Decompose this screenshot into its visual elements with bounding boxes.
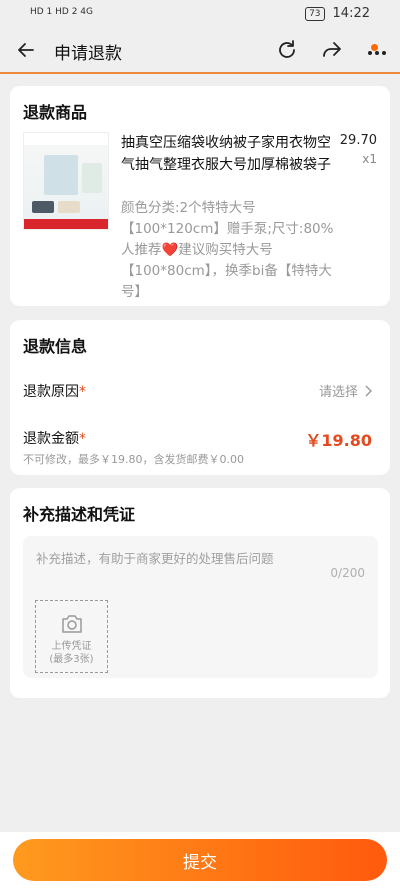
refund-reason-select[interactable]: 请选择 [319,381,372,400]
refund-amount-label-text: 退款金额 [23,431,79,447]
status-right: 73 14:22 [305,6,370,21]
camera-icon [62,615,82,633]
section-title-description: 补充描述和凭证 [23,505,136,524]
submit-button[interactable]: 提交 [13,839,387,881]
clock: 14:22 [332,6,370,21]
char-counter: 0/200 [330,566,365,580]
refund-reason-label-text: 退款原因 [23,384,79,400]
app-header: 申请退款 [0,28,400,74]
refund-product-card: 退款商品 抽真空压缩袋收纳被子家用衣物空气抽气整理衣服大号加厚棉被袋子 颜色分类… [10,86,390,306]
required-mark: * [79,384,86,400]
product-thumbnail [23,132,109,230]
product-name[interactable]: 抽真空压缩袋收纳被子家用衣物空气抽气整理衣服大号加厚棉被袋子 [121,132,336,176]
notification-dot [371,44,378,51]
back-button[interactable] [14,38,38,62]
description-card: 补充描述和凭证 补充描述，有助于商家更好的处理售后问题 0/200 上传凭证 (… [10,488,390,698]
required-mark: * [79,431,86,447]
signal-indicators: HD 1 HD 2 4G [30,7,93,17]
status-bar: HD 1 HD 2 4G 73 14:22 [0,0,400,28]
upload-hint: (最多3张) [49,654,94,665]
bottom-bar: 提交 [0,832,400,888]
product-price: 29.70 [339,133,377,148]
section-title-refund-info: 退款信息 [23,337,88,356]
description-input[interactable]: 补充描述，有助于商家更好的处理售后问题 0/200 上传凭证 (最多3张) [23,536,378,678]
product-quantity: x1 [362,152,377,166]
refresh-button[interactable] [275,38,299,62]
upload-evidence-button[interactable]: 上传凭证 (最多3张) [35,600,108,673]
refund-reason-label: 退款原因* [23,381,86,401]
upload-label: 上传凭证 (最多3张) [36,640,107,666]
refund-amount-value: ￥19.80 [305,431,372,450]
refund-amount-note: 不可修改，最多￥19.80，含发货邮费￥0.00 [23,453,244,466]
more-button[interactable] [365,38,389,62]
chevron-right-icon [365,385,372,396]
page-title: 申请退款 [54,44,122,64]
refund-reason-value: 请选择 [318,385,358,400]
back-arrow-icon [18,43,34,57]
share-icon [323,42,341,57]
upload-label-text: 上传凭证 [51,641,92,652]
section-title-product: 退款商品 [23,103,88,122]
more-icon [368,51,386,55]
battery-indicator: 73 [305,6,325,21]
refund-info-card: 退款信息 退款原因* 请选择 退款金额* ￥19.80 不可修改，最多￥19.8… [10,320,390,475]
share-button[interactable] [320,38,344,62]
refund-amount-label: 退款金额* [23,428,86,448]
refresh-icon [279,40,295,58]
description-placeholder: 补充描述，有助于商家更好的处理售后问题 [36,551,274,566]
product-spec: 颜色分类:2个特特大号【100*120cm】赠手泵;尺寸:80%人推荐❤️建议购… [121,200,334,300]
